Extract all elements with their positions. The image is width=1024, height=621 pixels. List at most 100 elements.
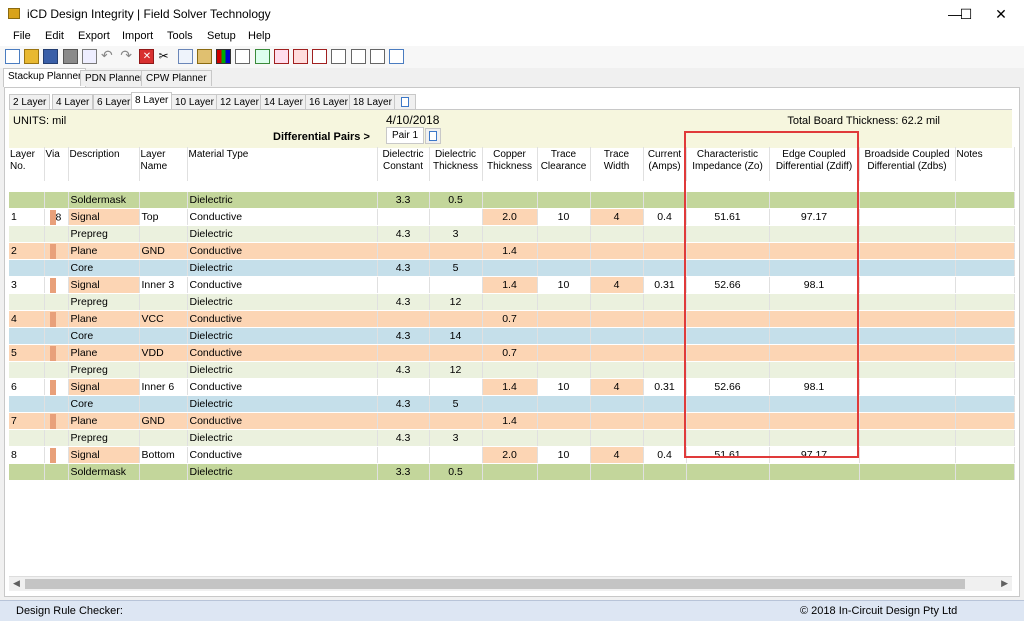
layer-no-cell[interactable]: 4	[9, 310, 45, 328]
zdbs-cell[interactable]	[859, 361, 956, 379]
dielectric-constant-cell[interactable]	[377, 242, 430, 260]
current-cell[interactable]	[643, 429, 687, 447]
trace-width-cell[interactable]	[590, 463, 644, 481]
current-cell[interactable]	[643, 327, 687, 345]
description-cell[interactable]: Soldermask	[68, 191, 140, 209]
layer-no-cell[interactable]	[9, 429, 45, 447]
copper-thickness-cell[interactable]: 0.7	[482, 344, 538, 362]
material-type-cell[interactable]: Dielectric	[187, 395, 378, 413]
bars-icon[interactable]	[312, 49, 328, 64]
layer-name-cell[interactable]: VCC	[139, 310, 188, 328]
table-row[interactable]: 7 Plane GND Conductive 1.4	[9, 412, 1015, 430]
material-type-cell[interactable]: Conductive	[187, 276, 378, 294]
stackup-icon[interactable]	[216, 49, 232, 64]
trace-clearance-cell[interactable]: 10	[537, 208, 591, 226]
current-cell[interactable]: 0.4	[643, 446, 687, 464]
open-folder-icon[interactable]	[24, 49, 40, 64]
dielectric-constant-cell[interactable]	[377, 276, 430, 294]
layer-name-cell[interactable]: Top	[139, 208, 188, 226]
layer-no-cell[interactable]: 2	[9, 242, 45, 260]
current-cell[interactable]	[643, 463, 687, 481]
trace-width-cell[interactable]	[590, 191, 644, 209]
zdbs-cell[interactable]	[859, 259, 956, 277]
zdbs-cell[interactable]	[859, 446, 956, 464]
undo-icon[interactable]: ↶	[101, 48, 116, 64]
notes-cell[interactable]	[955, 293, 1015, 311]
via-cell[interactable]	[44, 429, 69, 447]
via-cell[interactable]	[44, 361, 69, 379]
dielectric-thickness-cell[interactable]	[429, 344, 483, 362]
table-row[interactable]: Core Dielectric 4.3 5	[9, 259, 1015, 277]
redo-icon[interactable]: ↷	[120, 48, 135, 64]
layer-name-cell[interactable]	[139, 361, 188, 379]
scroll-thumb[interactable]	[25, 579, 965, 589]
copper-thickness-cell[interactable]: 2.0	[482, 446, 538, 464]
dielectric-constant-cell[interactable]: 4.3	[377, 259, 430, 277]
trace-width-cell[interactable]	[590, 259, 644, 277]
description-cell[interactable]: Prepreg	[68, 225, 140, 243]
zdbs-cell[interactable]	[859, 225, 956, 243]
description-cell[interactable]: Prepreg	[68, 361, 140, 379]
current-cell[interactable]: 0.31	[643, 276, 687, 294]
copper-thickness-cell[interactable]	[482, 463, 538, 481]
tab-4-layer[interactable]: 4 Layer	[52, 94, 94, 110]
via-cell[interactable]	[44, 242, 69, 260]
scroll-left-icon[interactable]: ◀	[13, 578, 20, 589]
current-cell[interactable]	[643, 259, 687, 277]
dielectric-constant-cell[interactable]	[377, 446, 430, 464]
trace-width-cell[interactable]	[590, 395, 644, 413]
notes-cell[interactable]	[955, 395, 1015, 413]
description-cell[interactable]: Plane	[68, 344, 140, 362]
dielectric-thickness-cell[interactable]	[429, 276, 483, 294]
layer-no-cell[interactable]	[9, 463, 45, 481]
via-cell[interactable]	[44, 293, 69, 311]
material-type-cell[interactable]: Conductive	[187, 378, 378, 396]
impedance-icon[interactable]	[273, 49, 289, 64]
table-row[interactable]: Core Dielectric 4.3 14	[9, 327, 1015, 345]
print-preview-icon[interactable]	[81, 49, 97, 64]
dielectric-thickness-cell[interactable]	[429, 412, 483, 430]
current-cell[interactable]	[643, 293, 687, 311]
dielectric-thickness-cell[interactable]	[429, 310, 483, 328]
dielectric-thickness-cell[interactable]: 14	[429, 327, 483, 345]
trace-width-cell[interactable]: 4	[590, 446, 644, 464]
menu-tools[interactable]: Tools	[167, 30, 193, 42]
copper-thickness-cell[interactable]	[482, 259, 538, 277]
tab-pdn-planner[interactable]: PDN Planner	[80, 70, 149, 86]
table-row[interactable]: 1 8 Signal Top Conductive 2.0 10 4 0.4 51.61 97.17	[9, 208, 1015, 226]
table-row[interactable]: Soldermask Dielectric 3.3 0.5	[9, 463, 1015, 481]
impedance-zo-cell[interactable]	[686, 463, 770, 481]
trace-clearance-cell[interactable]	[537, 463, 591, 481]
description-cell[interactable]: Signal	[68, 446, 140, 464]
via-cell[interactable]	[44, 412, 69, 430]
layer-name-cell[interactable]: Inner 6	[139, 378, 188, 396]
copper-thickness-cell[interactable]	[482, 293, 538, 311]
description-cell[interactable]: Prepreg	[68, 429, 140, 447]
description-cell[interactable]: Core	[68, 395, 140, 413]
copper-thickness-cell[interactable]	[482, 327, 538, 345]
tab-18-layer[interactable]: 18 Layer	[349, 94, 396, 110]
layer-no-cell[interactable]: 1	[9, 208, 45, 226]
dielectric-constant-cell[interactable]: 4.3	[377, 327, 430, 345]
scroll-right-icon[interactable]: ▶	[1001, 578, 1008, 589]
zdbs-cell[interactable]	[859, 395, 956, 413]
dielectric-thickness-cell[interactable]: 12	[429, 361, 483, 379]
tab-cpw-planner[interactable]: CPW Planner	[141, 70, 212, 86]
current-cell[interactable]	[643, 310, 687, 328]
graph-icon[interactable]	[331, 49, 347, 64]
description-cell[interactable]: Signal	[68, 378, 140, 396]
layer-name-cell[interactable]	[139, 327, 188, 345]
trace-clearance-cell[interactable]	[537, 310, 591, 328]
current-cell[interactable]	[643, 395, 687, 413]
description-cell[interactable]: Plane	[68, 310, 140, 328]
dielectric-thickness-cell[interactable]	[429, 208, 483, 226]
zdbs-cell[interactable]	[859, 276, 956, 294]
material-type-cell[interactable]: Conductive	[187, 412, 378, 430]
via-cell[interactable]	[44, 191, 69, 209]
copper-thickness-cell[interactable]: 1.4	[482, 276, 538, 294]
trace-width-cell[interactable]	[590, 344, 644, 362]
table-row[interactable]: 3 Signal Inner 3 Conductive 1.4 10 4 0.31 52.66 9…	[9, 276, 1015, 294]
layer-name-cell[interactable]: GND	[139, 412, 188, 430]
material-type-cell[interactable]: Conductive	[187, 310, 378, 328]
via-cell[interactable]	[44, 463, 69, 481]
